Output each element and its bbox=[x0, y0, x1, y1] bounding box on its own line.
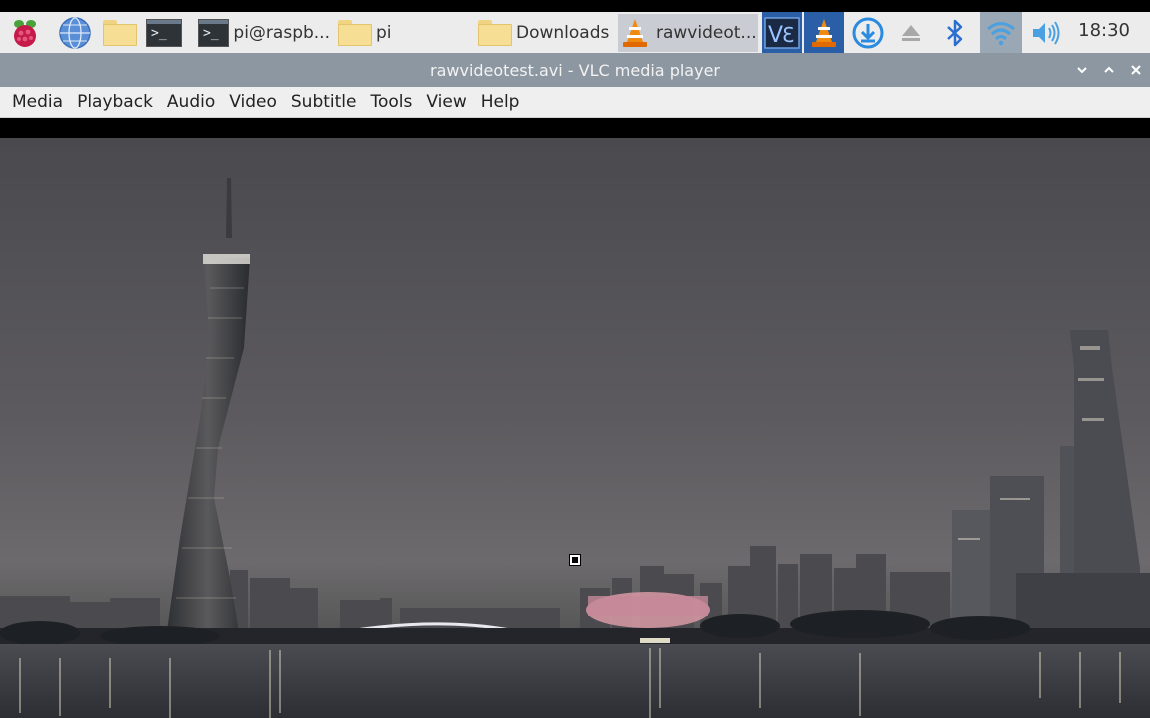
menu-bar: Media Playback Audio Video Subtitle Tool… bbox=[0, 87, 1150, 118]
clock[interactable]: 18:30 bbox=[1078, 20, 1130, 41]
menu-view[interactable]: View bbox=[426, 90, 466, 114]
updater-icon[interactable] bbox=[850, 15, 886, 51]
volume-icon[interactable] bbox=[1028, 15, 1064, 51]
web-browser-icon[interactable] bbox=[57, 15, 93, 51]
vnc-icon[interactable]: V Ɛ bbox=[762, 12, 802, 53]
raspberry-menu-icon[interactable] bbox=[7, 15, 43, 51]
task-folder-pi[interactable]: pi bbox=[338, 14, 458, 52]
menu-media[interactable]: Media bbox=[12, 90, 63, 114]
folder-icon bbox=[478, 20, 512, 46]
file-manager-icon[interactable] bbox=[102, 15, 138, 51]
menu-tools[interactable]: Tools bbox=[370, 90, 412, 114]
maximize-button[interactable] bbox=[1098, 59, 1120, 81]
taskbar-panel: >_ >_ pi@raspb... pi Downloads rawvideot… bbox=[0, 12, 1150, 54]
menu-playback[interactable]: Playback bbox=[77, 90, 153, 114]
wifi-icon[interactable] bbox=[980, 12, 1022, 53]
window-titlebar[interactable]: rawvideotest.avi - VLC media player bbox=[0, 53, 1150, 87]
taskbar: >_ >_ pi@raspb... pi Downloads rawvideot… bbox=[0, 0, 1150, 54]
task-label: Downloads bbox=[516, 23, 610, 43]
folder-icon bbox=[338, 20, 372, 46]
close-button[interactable] bbox=[1125, 59, 1147, 81]
bluetooth-icon[interactable] bbox=[937, 15, 973, 51]
menu-help[interactable]: Help bbox=[481, 90, 520, 114]
task-folder-downloads[interactable]: Downloads bbox=[478, 14, 614, 52]
video-frame-cityscape bbox=[0, 118, 1150, 718]
menu-subtitle[interactable]: Subtitle bbox=[291, 90, 357, 114]
vlc-cone-icon bbox=[623, 19, 647, 47]
chevron-down-icon bbox=[1077, 67, 1087, 74]
svg-text:V: V bbox=[768, 23, 783, 48]
chevron-up-icon bbox=[1104, 66, 1114, 73]
task-label: pi@raspb... bbox=[233, 23, 330, 43]
minimize-button[interactable] bbox=[1071, 59, 1093, 81]
eject-icon[interactable] bbox=[893, 15, 929, 51]
mouse-cursor bbox=[569, 554, 581, 566]
close-icon bbox=[1131, 65, 1141, 75]
task-label: rawvideot... bbox=[656, 23, 757, 43]
task-vlc[interactable]: rawvideot... bbox=[618, 14, 758, 52]
task-label: pi bbox=[376, 23, 392, 43]
menu-video[interactable]: Video bbox=[229, 90, 277, 114]
terminal-icon[interactable]: >_ bbox=[146, 15, 182, 51]
task-terminal[interactable]: >_ pi@raspb... bbox=[198, 14, 330, 52]
video-output[interactable] bbox=[0, 118, 1150, 718]
terminal-icon: >_ bbox=[198, 19, 230, 47]
menu-audio[interactable]: Audio bbox=[167, 90, 215, 114]
svg-text:Ɛ: Ɛ bbox=[782, 23, 794, 47]
vlc-tray-icon[interactable] bbox=[804, 12, 844, 53]
window-title: rawvideotest.avi - VLC media player bbox=[430, 61, 720, 80]
